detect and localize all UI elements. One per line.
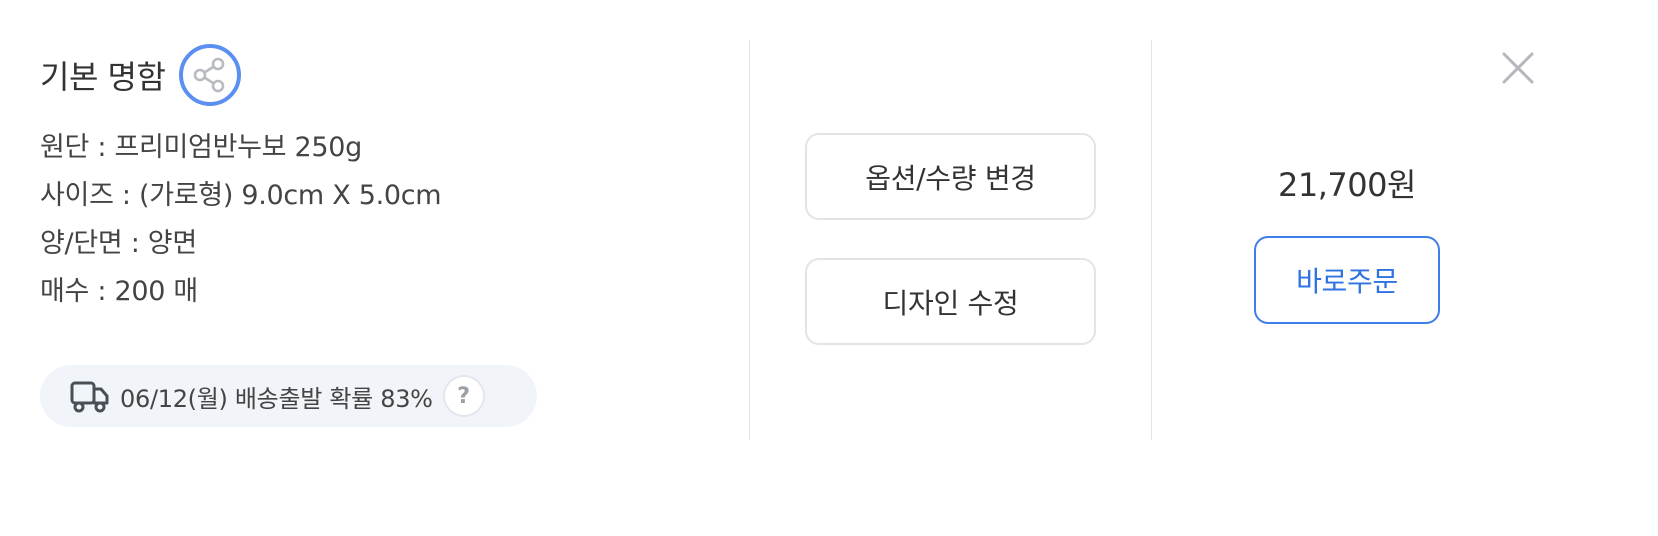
product-specs: 원단 : 프리미엄반누보 250g 사이즈 : (가로형) 9.0cm X 5.…	[40, 124, 700, 316]
change-options-button[interactable]: 옵션/수량 변경	[805, 133, 1096, 220]
cart-item-card: 기본 명함 원단 : 프리미엄반누보 250g 사이즈 : (가로형) 9.0c…	[0, 0, 1658, 536]
close-button[interactable]	[1496, 46, 1540, 90]
help-icon: ?	[457, 383, 471, 409]
delivery-text: 06/12(월) 배송출발 확률 83%	[120, 384, 433, 413]
delivery-estimate: 06/12(월) 배송출발 확률 83% ?	[40, 365, 537, 427]
product-title: 기본 명함	[40, 58, 166, 96]
title-row: 기본 명함	[40, 40, 700, 110]
column-divider	[749, 40, 750, 440]
spec-size: 사이즈 : (가로형) 9.0cm X 5.0cm	[40, 180, 442, 211]
spec-paper: 원단 : 프리미엄반누보 250g	[40, 132, 362, 163]
product-info: 기본 명함 원단 : 프리미엄반누보 250g 사이즈 : (가로형) 9.0c…	[40, 40, 700, 316]
spec-sides: 양/단면 : 양면	[40, 228, 197, 259]
share-icon	[194, 57, 225, 93]
share-button[interactable]	[179, 44, 242, 106]
item-price: 21,700원	[1278, 166, 1416, 204]
truck-icon	[70, 378, 110, 414]
edit-design-button[interactable]: 디자인 수정	[805, 258, 1096, 345]
close-icon	[1502, 52, 1534, 84]
column-divider	[1151, 40, 1152, 440]
order-now-button[interactable]: 바로주문	[1254, 236, 1440, 324]
spec-quantity: 매수 : 200 매	[40, 276, 198, 307]
help-button[interactable]: ?	[442, 375, 485, 417]
